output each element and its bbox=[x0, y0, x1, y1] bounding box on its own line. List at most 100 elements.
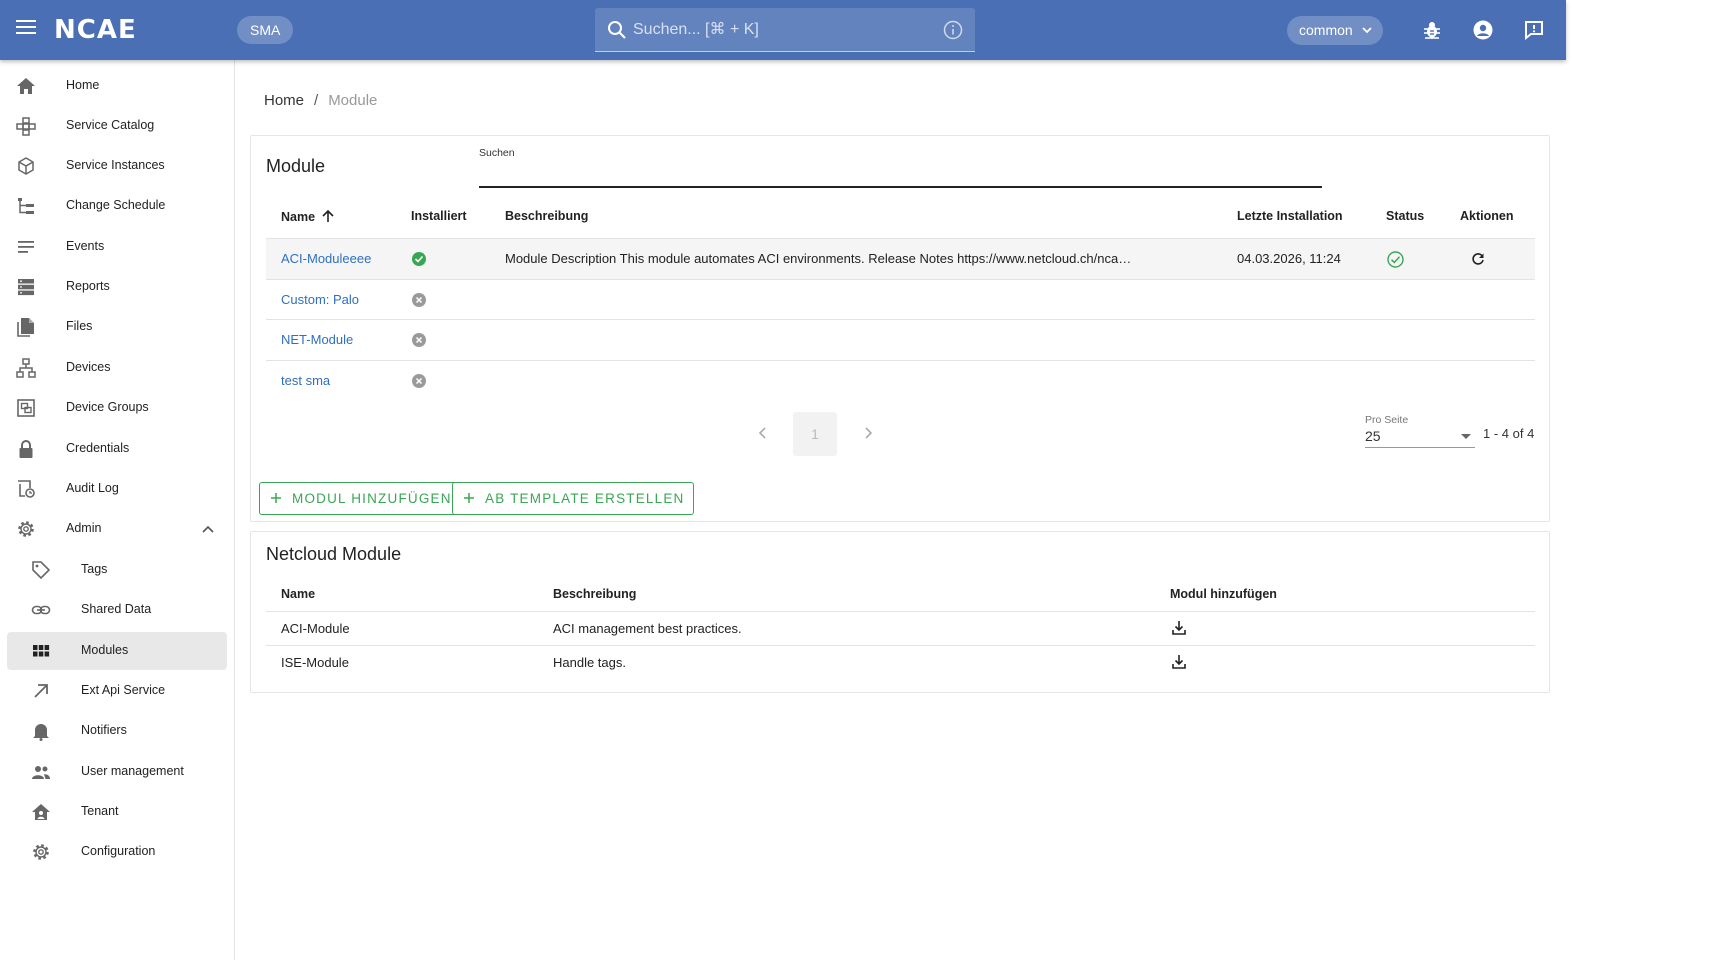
sidebar-item-label: Home bbox=[66, 78, 100, 92]
tree-icon bbox=[18, 198, 34, 214]
chevron-right-icon[interactable] bbox=[861, 426, 875, 440]
sidebar-item-files[interactable]: Files bbox=[7, 308, 227, 346]
global-search[interactable] bbox=[595, 8, 975, 52]
lock-icon bbox=[19, 440, 33, 458]
netcloud-module-description: ACI management best practices. bbox=[553, 621, 742, 636]
menu-icon[interactable] bbox=[16, 20, 36, 40]
bug-icon[interactable] bbox=[1422, 20, 1442, 40]
account-icon[interactable] bbox=[1473, 20, 1493, 40]
module-name-link[interactable]: NET-Module bbox=[281, 332, 353, 347]
modules-search-input[interactable] bbox=[479, 164, 1322, 184]
tenant-chip[interactable]: SMA bbox=[237, 16, 294, 44]
sidebar-item-label: User management bbox=[81, 764, 184, 778]
plus-icon bbox=[271, 493, 281, 503]
col-header-letzte-installation[interactable]: Letzte Installation bbox=[1237, 209, 1343, 223]
x-circle-icon bbox=[412, 374, 426, 388]
network-icon bbox=[16, 358, 36, 378]
tenant-house-icon bbox=[32, 804, 50, 820]
link-icon bbox=[31, 605, 51, 615]
per-page-select[interactable]: Pro Seite 25 bbox=[1365, 414, 1475, 448]
users-icon bbox=[32, 766, 50, 779]
sidebar-item-label: Ext Api Service bbox=[81, 683, 166, 697]
chevron-up-icon[interactable] bbox=[201, 522, 215, 536]
grid-icon bbox=[33, 645, 50, 657]
netcloud-module-description: Handle tags. bbox=[553, 655, 626, 670]
gear-icon bbox=[33, 844, 49, 860]
create-from-template-button[interactable]: Ab Template erstellen bbox=[452, 482, 694, 515]
col-header-installiert[interactable]: Installiert bbox=[411, 209, 467, 223]
per-page-label: Pro Seite bbox=[1365, 414, 1409, 426]
sidebar-item-events[interactable]: Events bbox=[7, 228, 227, 266]
sidebar-item-devices[interactable]: Devices bbox=[7, 349, 227, 387]
module-name-link[interactable]: Custom: Palo bbox=[281, 292, 359, 307]
col-header-modul-hinzufuegen: Modul hinzufügen bbox=[1170, 587, 1277, 601]
sidebar-item-ext-api-service[interactable]: Ext Api Service bbox=[7, 672, 227, 710]
pagination-page[interactable]: 1 bbox=[793, 412, 837, 456]
sidebar-item-label: Files bbox=[66, 319, 93, 333]
sort-arrow-up-icon[interactable] bbox=[321, 209, 335, 223]
bell-icon bbox=[33, 724, 49, 741]
app-logo[interactable]: NCAE bbox=[54, 15, 137, 45]
breadcrumb-current: Module bbox=[328, 92, 378, 109]
sidebar-item-credentials[interactable]: Credentials bbox=[7, 430, 227, 468]
device-groups-icon bbox=[17, 399, 35, 417]
context-select[interactable]: common bbox=[1287, 16, 1383, 45]
breadcrumb-home[interactable]: Home bbox=[264, 92, 304, 109]
info-icon[interactable] bbox=[943, 20, 963, 40]
plus-icon bbox=[464, 493, 474, 503]
sidebar-item-service-instances[interactable]: Service Instances bbox=[7, 147, 227, 185]
chevron-left-icon[interactable] bbox=[756, 426, 770, 440]
feedback-icon[interactable] bbox=[1524, 20, 1544, 40]
table-row[interactable]: test sma bbox=[266, 360, 1535, 401]
table-row[interactable]: ACI-Moduleeee Module Description This mo… bbox=[266, 238, 1535, 279]
sidebar-item-device-groups[interactable]: Device Groups bbox=[7, 389, 227, 427]
sidebar-item-tags[interactable]: Tags bbox=[7, 551, 227, 589]
sidebar-item-label: Tags bbox=[81, 562, 108, 576]
sidebar-item-label: Admin bbox=[66, 521, 102, 535]
cube-icon bbox=[18, 157, 34, 175]
storage-icon bbox=[18, 279, 34, 296]
sidebar-item-shared-data[interactable]: Shared Data bbox=[7, 591, 227, 629]
col-header-beschreibung[interactable]: Beschreibung bbox=[505, 209, 588, 223]
table-row[interactable]: NET-Module bbox=[266, 319, 1535, 360]
sidebar-item-configuration[interactable]: Configuration bbox=[7, 833, 227, 871]
add-module-button[interactable]: Modul hinzufügen bbox=[259, 482, 461, 515]
sidebar-item-label: Credentials bbox=[66, 441, 130, 455]
list-icon bbox=[18, 241, 34, 253]
sidebar-item-modules[interactable]: Modules bbox=[7, 632, 227, 670]
modules-search-field[interactable]: Suchen bbox=[479, 146, 1322, 188]
sidebar-item-label: Notifiers bbox=[81, 723, 127, 737]
sidebar-item-label: Tenant bbox=[81, 804, 119, 818]
global-search-input[interactable] bbox=[633, 19, 933, 41]
sidebar-item-label: Reports bbox=[66, 279, 110, 293]
col-header-name: Name bbox=[281, 587, 316, 601]
module-name-link[interactable]: test sma bbox=[281, 373, 330, 388]
sidebar-item-change-schedule[interactable]: Change Schedule bbox=[7, 187, 227, 225]
sidebar-item-audit-log[interactable]: Audit Log bbox=[7, 470, 227, 508]
status-ok-icon bbox=[1387, 251, 1404, 268]
module-name-link[interactable]: ACI-Moduleeee bbox=[281, 251, 371, 266]
sidebar-item-admin[interactable]: Admin bbox=[7, 510, 227, 548]
dropdown-caret-icon bbox=[1461, 434, 1471, 439]
sidebar-item-reports[interactable]: Reports bbox=[7, 268, 227, 306]
sidebar-item-home[interactable]: Home bbox=[7, 67, 227, 105]
sidebar-item-label: Service Instances bbox=[66, 158, 165, 172]
table-row: ISE-Module Handle tags. bbox=[266, 645, 1535, 679]
sidebar-item-user-management[interactable]: User management bbox=[7, 753, 227, 791]
top-app-bar: NCAE SMA common bbox=[0, 0, 1566, 60]
sidebar-item-notifiers[interactable]: Notifiers bbox=[7, 712, 227, 750]
download-icon[interactable] bbox=[1171, 654, 1187, 670]
refresh-icon[interactable] bbox=[1471, 252, 1485, 266]
download-icon[interactable] bbox=[1171, 620, 1187, 636]
sidebar-item-service-catalog[interactable]: Service Catalog bbox=[7, 107, 227, 145]
home-icon bbox=[17, 78, 35, 94]
files-icon bbox=[17, 318, 34, 337]
table-row[interactable]: Custom: Palo bbox=[266, 279, 1535, 320]
arrow-up-right-icon bbox=[34, 684, 48, 698]
context-select-value: common bbox=[1299, 22, 1353, 38]
col-header-name[interactable]: Name bbox=[281, 209, 335, 224]
gear-icon bbox=[18, 521, 34, 537]
netcloud-modules-card: Netcloud Module Name Beschreibung Modul … bbox=[250, 531, 1550, 693]
sidebar-item-tenant[interactable]: Tenant bbox=[7, 793, 227, 831]
col-header-status[interactable]: Status bbox=[1386, 209, 1424, 223]
